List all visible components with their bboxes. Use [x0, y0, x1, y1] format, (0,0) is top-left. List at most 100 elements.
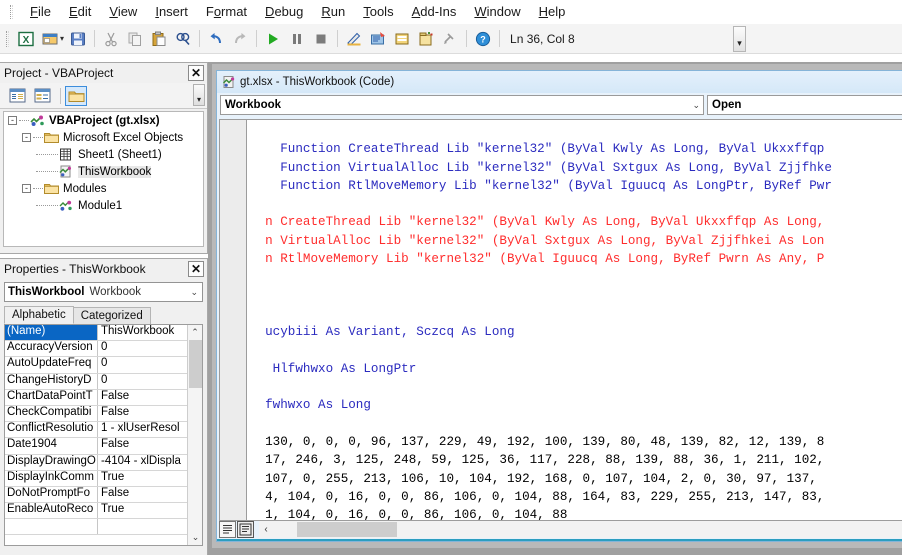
- menu-item-edit[interactable]: Edit: [60, 2, 100, 21]
- code-line: 130, 0, 0, 0, 96, 137, 229, 49, 192, 100…: [250, 435, 825, 450]
- property-name: DoNotPromptFo: [5, 486, 98, 503]
- scroll-left-icon[interactable]: ‹: [259, 524, 273, 535]
- tree-item-thisworkbook[interactable]: ThisWorkbook: [4, 163, 203, 180]
- tree-item-vbaproject-gt-xlsx[interactable]: - VBAProject (gt.xlsx): [4, 112, 203, 129]
- property-row[interactable]: ChangeHistoryD 0: [5, 373, 202, 390]
- toolbar-grip[interactable]: [6, 30, 9, 47]
- menu-item-insert[interactable]: Insert: [146, 2, 197, 21]
- procedure-dropdown[interactable]: Open: [707, 95, 902, 115]
- menu-item-debug[interactable]: Debug: [256, 2, 312, 21]
- chevron-down-icon[interactable]: ⌄: [692, 100, 700, 111]
- property-row[interactable]: AccuracyVersion 0: [5, 341, 202, 358]
- view-object-icon[interactable]: [31, 86, 53, 106]
- horizontal-scrollbar[interactable]: ‹: [259, 521, 902, 538]
- hscrollbar-thumb[interactable]: [297, 522, 397, 537]
- pause-icon[interactable]: [286, 28, 308, 50]
- properties-titlebar[interactable]: Properties - ThisWorkbook ✕: [0, 259, 207, 279]
- property-row[interactable]: CheckCompatibi False: [5, 405, 202, 423]
- undo-icon[interactable]: [205, 28, 227, 50]
- scrollbar-thumb[interactable]: [189, 340, 202, 388]
- menu-item-help[interactable]: Help: [530, 2, 575, 21]
- property-row[interactable]: ConflictResolutio 1 - xlUserResol: [5, 422, 202, 439]
- margin-indicator-bar[interactable]: [220, 120, 247, 520]
- tree-item-module1[interactable]: Module1: [4, 197, 203, 214]
- properties-scrollbar[interactable]: ⌃ ⌄: [187, 325, 202, 545]
- copy-icon[interactable]: [124, 28, 146, 50]
- save-icon[interactable]: [67, 28, 89, 50]
- menu-item-tools[interactable]: Tools: [354, 2, 402, 21]
- property-row[interactable]: DisplayInkComm True: [5, 470, 202, 487]
- view-excel-icon[interactable]: X: [15, 28, 37, 50]
- close-icon[interactable]: ✕: [188, 261, 204, 277]
- tree-item-modules[interactable]: - Modules: [4, 180, 203, 197]
- tree-connector: [36, 154, 58, 155]
- properties-tab-categorized[interactable]: Categorized: [72, 307, 151, 324]
- project-explorer-titlebar[interactable]: Project - VBAProject ✕: [0, 63, 207, 83]
- property-row[interactable]: EnableAutoReco True: [5, 503, 202, 520]
- menu-item-file[interactable]: File: [21, 2, 60, 21]
- project-tree[interactable]: - VBAProject (gt.xlsx) - Microsoft Excel Ob…: [3, 111, 204, 247]
- procedure-view-button[interactable]: [219, 521, 236, 538]
- property-name: EnableAutoReco: [5, 503, 98, 519]
- tree-item-microsoft-excel-objects[interactable]: - Microsoft Excel Objects: [4, 129, 203, 146]
- toolbar-overflow-button[interactable]: ▾: [733, 26, 746, 52]
- menu-grip[interactable]: [10, 4, 13, 19]
- code-line: ucybiii As Variant, Sczcq As Long: [250, 325, 515, 340]
- run-icon[interactable]: [262, 28, 284, 50]
- properties-grid[interactable]: (Name) ThisWorkbook AccuracyVersion 0 AutoUp…: [4, 324, 203, 546]
- properties-object-combo[interactable]: ThisWorkbool Workbook ⌄: [4, 282, 203, 302]
- tree-expander-icon[interactable]: -: [22, 133, 31, 142]
- insert-userform-icon[interactable]: [39, 28, 61, 50]
- menu-item-run[interactable]: Run: [312, 2, 354, 21]
- view-code-icon[interactable]: [6, 86, 28, 106]
- toggle-folders-icon[interactable]: [65, 85, 87, 106]
- code-editor-area[interactable]: Function CreateThread Lib "kernel32" (By…: [219, 119, 902, 521]
- tree-item-label: Module1: [78, 199, 123, 212]
- property-row[interactable]: DisplayDrawingO -4104 - xlDispla: [5, 454, 202, 471]
- tree-connector: [33, 137, 43, 138]
- object-browser-icon[interactable]: [415, 28, 437, 50]
- property-row[interactable]: [5, 519, 202, 536]
- property-row[interactable]: Date1904 False: [5, 438, 202, 455]
- property-row[interactable]: AutoUpdateFreq 0: [5, 357, 202, 374]
- scroll-up-icon[interactable]: ⌃: [188, 325, 202, 340]
- menu-item-view[interactable]: View: [100, 2, 146, 21]
- tree-expander-icon[interactable]: -: [8, 116, 17, 125]
- properties-window-icon[interactable]: [391, 28, 413, 50]
- help-icon[interactable]: ?: [472, 28, 494, 50]
- procedure-dropdown-value: Open: [712, 99, 742, 111]
- find-icon[interactable]: [172, 28, 194, 50]
- chevron-down-icon[interactable]: ⌄: [190, 287, 198, 298]
- scroll-down-icon[interactable]: ⌄: [188, 530, 202, 545]
- code-line: Function CreateThread Lib "kernel32" (By…: [250, 142, 832, 157]
- cut-icon[interactable]: [100, 28, 122, 50]
- object-dropdown[interactable]: Workbook ⌄: [220, 95, 704, 115]
- close-icon[interactable]: ✕: [188, 65, 204, 81]
- toolbox-icon[interactable]: [439, 28, 461, 50]
- object-dropdown-value: Workbook: [225, 99, 282, 111]
- property-row[interactable]: (Name) ThisWorkbook: [5, 325, 202, 342]
- svg-text:X: X: [23, 35, 30, 46]
- project-explorer-icon[interactable]: [367, 28, 389, 50]
- code-window-titlebar[interactable]: gt.xlsx - ThisWorkbook (Code): [217, 71, 902, 93]
- tree-expander-icon[interactable]: -: [22, 184, 31, 193]
- properties-tab-alphabetic[interactable]: Alphabetic: [4, 306, 74, 324]
- project-toolbar-overflow[interactable]: ▾: [193, 84, 205, 106]
- full-module-view-button[interactable]: [237, 521, 254, 538]
- menu-item-add-ins[interactable]: Add-Ins: [403, 2, 466, 21]
- redo-icon[interactable]: [229, 28, 251, 50]
- design-mode-icon[interactable]: [343, 28, 365, 50]
- tree-item-label: Microsoft Excel Objects: [63, 131, 184, 144]
- tree-item-sheet1-sheet1[interactable]: Sheet1 (Sheet1): [4, 146, 203, 163]
- stop-icon[interactable]: [310, 28, 332, 50]
- property-row[interactable]: ChartDataPointT False: [5, 389, 202, 406]
- code-line: n CreateThread Lib "kernel32" (ByVal Kwl…: [250, 215, 825, 230]
- property-row[interactable]: DoNotPromptFo False: [5, 486, 202, 504]
- menu-item-window[interactable]: Window: [465, 2, 529, 21]
- module-icon: [59, 199, 75, 213]
- sheet-icon: [59, 148, 75, 162]
- code-text[interactable]: Function CreateThread Lib "kernel32" (By…: [250, 122, 832, 520]
- menu-item-format[interactable]: Format: [197, 2, 256, 21]
- paste-icon[interactable]: [148, 28, 170, 50]
